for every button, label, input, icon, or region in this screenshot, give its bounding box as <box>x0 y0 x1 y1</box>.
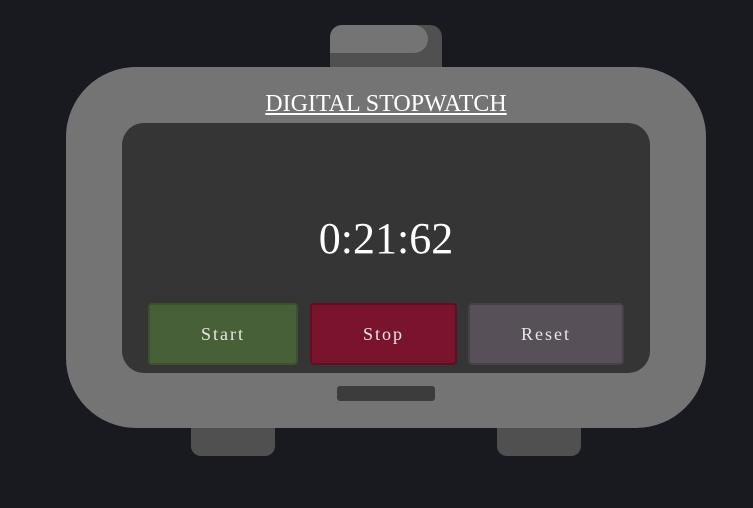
time-display: 0:21:62 <box>318 214 454 263</box>
stopwatch-body: DIGITAL STOPWATCH 0:21:62 Start Stop Res… <box>66 67 706 428</box>
stopwatch-app: DIGITAL STOPWATCH 0:21:62 Start Stop Res… <box>0 0 753 508</box>
page-title: DIGITAL STOPWATCH <box>265 91 507 117</box>
start-button[interactable]: Start <box>148 303 298 365</box>
crown-highlight <box>330 25 428 53</box>
speaker-slot <box>337 386 435 401</box>
stopwatch-screen: 0:21:62 Start Stop Reset <box>122 123 650 373</box>
stop-button[interactable]: Stop <box>310 303 457 365</box>
reset-button[interactable]: Reset <box>468 303 624 365</box>
